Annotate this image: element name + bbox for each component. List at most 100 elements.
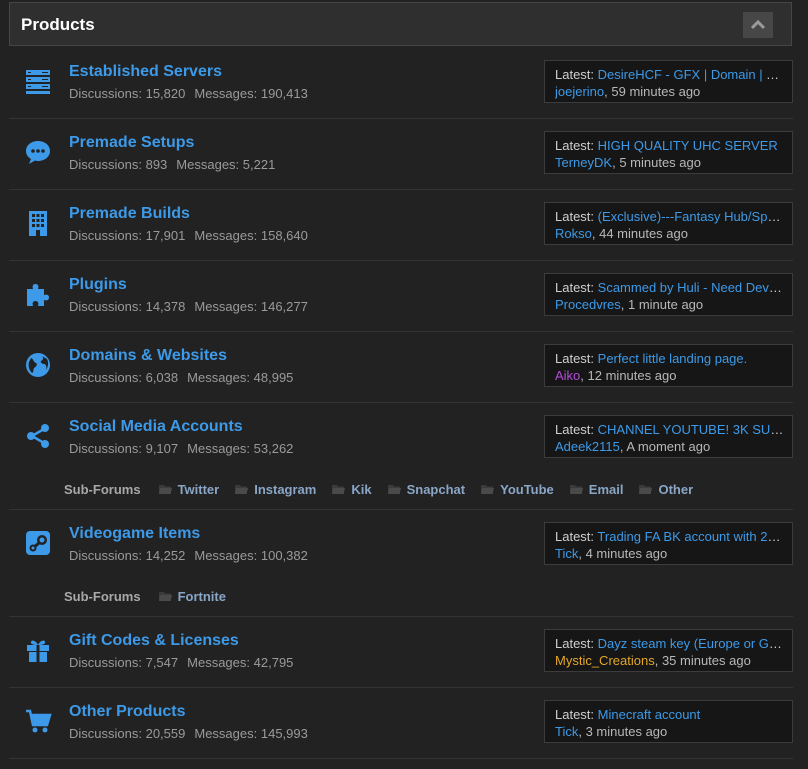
forum-row-social-media-accounts: Social Media Accounts Discussions: 9,107 M…: [9, 403, 793, 510]
forum-title[interactable]: Premade Builds: [69, 205, 190, 223]
latest-time: A moment ago: [626, 439, 711, 454]
latest-time: 4 minutes ago: [585, 546, 668, 561]
subforum-link-twitter[interactable]: Twitter: [158, 482, 219, 497]
messages-count: 100,382: [260, 548, 308, 563]
latest-user-link[interactable]: Aiko: [555, 368, 580, 383]
forum-stats: Discussions: 6,038 Messages: 48,995: [69, 370, 293, 385]
forum-stats: Discussions: 893 Messages: 5,221: [69, 157, 275, 172]
subforum-link-fortnite[interactable]: Fortnite: [158, 589, 226, 604]
messages-count: 190,413: [260, 86, 308, 101]
collapse-button[interactable]: [743, 12, 773, 38]
discussions-count: 893: [145, 157, 168, 172]
discussions-count: 6,038: [145, 370, 179, 385]
folder-icon: [639, 484, 653, 494]
messages-count: 146,277: [260, 299, 308, 314]
subforum-link-snapchat[interactable]: Snapchat: [387, 482, 465, 497]
latest-label: Latest:: [555, 280, 595, 295]
latest-time: 12 minutes ago: [587, 368, 677, 383]
latest-post-box: Latest: CHANNEL YOUTUBE! 3K SUBS Adeek211…: [544, 415, 793, 458]
subforum-link-email[interactable]: Email: [569, 482, 623, 497]
latest-user-link[interactable]: TerneyDK: [555, 155, 612, 170]
latest-post-box: Latest: DesireHCF - GFX | Domain | Tw… jo…: [544, 60, 793, 103]
forum-title[interactable]: Gift Codes & Licenses: [69, 632, 239, 650]
speech-bubble-icon: [24, 138, 52, 166]
latest-user-link[interactable]: Procedvres: [555, 297, 621, 312]
forum-title[interactable]: Plugins: [69, 276, 127, 294]
forum-title[interactable]: Established Servers: [69, 63, 222, 81]
discussions-label: Discussions:: [69, 299, 142, 314]
latest-post-box: Latest: Perfect little landing page. Aiko…: [544, 344, 793, 387]
latest-post-box: Latest: Trading FA BK account with 20… Ti…: [544, 522, 793, 565]
latest-user-link[interactable]: Tick: [555, 546, 578, 561]
discussions-label: Discussions:: [69, 157, 142, 172]
latest-thread-link[interactable]: Scammed by Huli - Need Devel…: [598, 280, 784, 295]
folder-icon: [332, 484, 346, 494]
discussions-count: 17,901: [145, 228, 186, 243]
latest-user-link[interactable]: joejerino: [555, 84, 604, 99]
latest-user-link[interactable]: Rokso: [555, 226, 592, 241]
latest-thread-link[interactable]: Minecraft account: [598, 707, 701, 722]
latest-time: 44 minutes ago: [599, 226, 688, 241]
forum-title[interactable]: Other Products: [69, 703, 185, 721]
forum-title[interactable]: Domains & Websites: [69, 347, 227, 365]
subforum-link-instagram[interactable]: Instagram: [235, 482, 316, 497]
forum-title[interactable]: Videogame Items: [69, 525, 200, 543]
discussions-label: Discussions:: [69, 655, 142, 670]
subforum-label: YouTube: [500, 481, 554, 497]
latest-post-box: Latest: Scammed by Huli - Need Devel… Pro…: [544, 273, 793, 316]
discussions-count: 14,252: [145, 548, 186, 563]
latest-time: 35 minutes ago: [661, 653, 751, 668]
forum-stats: Discussions: 7,547 Messages: 42,795: [69, 655, 293, 670]
subforum-label: Other: [658, 481, 694, 497]
latest-thread-link[interactable]: HIGH QUALITY UHC SERVER: [598, 138, 778, 153]
messages-label: Messages:: [194, 548, 258, 563]
latest-user-link[interactable]: Adeek2115: [555, 439, 620, 454]
messages-label: Messages:: [194, 299, 258, 314]
latest-thread-link[interactable]: DesireHCF - GFX | Domain | Tw…: [598, 67, 784, 82]
discussions-label: Discussions:: [69, 548, 142, 563]
forum-title[interactable]: Social Media Accounts: [69, 418, 243, 436]
subforum-link-youtube[interactable]: YouTube: [481, 482, 554, 497]
latest-post-box: Latest: HIGH QUALITY UHC SERVER TerneyDK,…: [544, 131, 793, 174]
discussions-count: 9,107: [145, 441, 179, 456]
discussions-label: Discussions:: [69, 370, 142, 385]
subforum-link-other[interactable]: Other: [639, 482, 693, 497]
forum-stats: Discussions: 20,559 Messages: 145,993: [69, 726, 308, 741]
latest-thread-link[interactable]: Perfect little landing page.: [598, 351, 748, 366]
messages-label: Messages:: [176, 157, 240, 172]
latest-thread-link[interactable]: Trading FA BK account with 20…: [597, 529, 784, 544]
folder-icon: [387, 484, 401, 494]
subforums: Sub-Forums Twitter Instagram Kik Snapchat You…: [64, 481, 709, 497]
latest-label: Latest:: [555, 209, 595, 224]
discussions-label: Discussions:: [69, 441, 142, 456]
forum-row-domains-and-websites: Domains & Websites Discussions: 6,038 Mess…: [9, 332, 793, 403]
discussions-count: 20,559: [145, 726, 186, 741]
discussions-count: 15,820: [145, 86, 186, 101]
forum-title[interactable]: Premade Setups: [69, 134, 194, 152]
messages-label: Messages:: [194, 86, 258, 101]
subforums-label: Sub-Forums: [64, 481, 141, 497]
globe-icon: [24, 351, 52, 379]
messages-count: 53,262: [253, 441, 294, 456]
latest-user-link[interactable]: Tick: [555, 724, 578, 739]
latest-label: Latest:: [555, 138, 595, 153]
latest-thread-link[interactable]: (Exclusive)---Fantasy Hub/Spa…: [598, 209, 784, 224]
latest-time: 5 minutes ago: [619, 155, 701, 170]
messages-label: Messages:: [187, 655, 251, 670]
discussions-count: 14,378: [145, 299, 186, 314]
category-header: Products: [9, 2, 792, 46]
latest-thread-link[interactable]: Dayz steam key (Europe or Glo…: [598, 636, 784, 651]
latest-label: Latest:: [555, 422, 595, 437]
forum-row-plugins: Plugins Discussions: 14,378 Messages: 146,…: [9, 261, 793, 332]
subforum-label: Kik: [351, 481, 372, 497]
messages-count: 145,993: [260, 726, 308, 741]
subforum-link-kik[interactable]: Kik: [332, 481, 372, 497]
messages-label: Messages:: [187, 370, 251, 385]
messages-label: Messages:: [194, 228, 258, 243]
latest-post-box: Latest: Dayz steam key (Europe or Glo… My…: [544, 629, 793, 672]
latest-thread-link[interactable]: CHANNEL YOUTUBE! 3K SUBS: [598, 422, 784, 437]
latest-user-link[interactable]: Mystic_Creations: [555, 653, 655, 668]
latest-post-box: Latest: (Exclusive)---Fantasy Hub/Spa… Ro…: [544, 202, 793, 245]
messages-label: Messages:: [187, 441, 251, 456]
latest-label: Latest:: [555, 707, 595, 722]
